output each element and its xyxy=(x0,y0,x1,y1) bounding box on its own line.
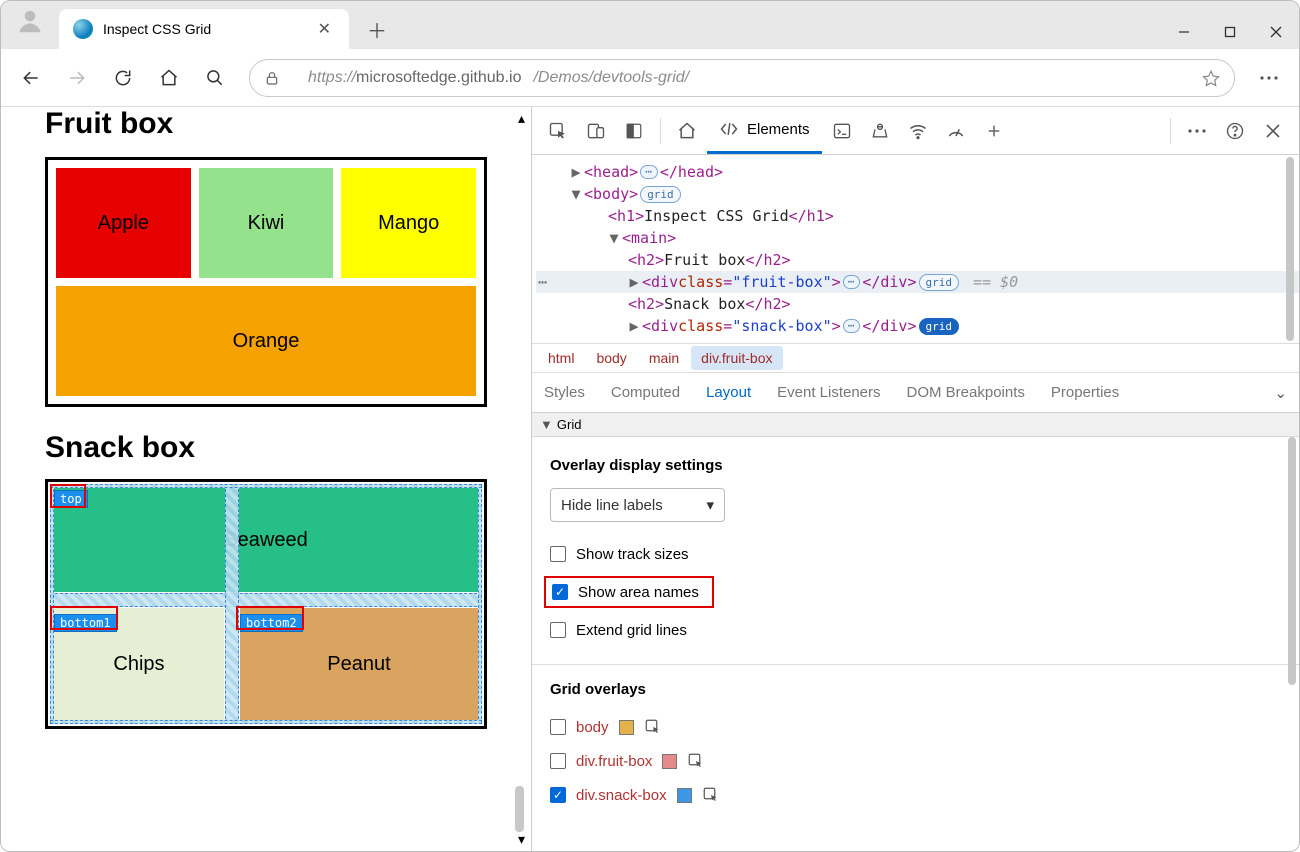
tab-computed[interactable]: Computed xyxy=(609,378,682,407)
console-tab[interactable] xyxy=(824,113,860,149)
window-minimize[interactable] xyxy=(1161,15,1207,49)
chevron-down-icon[interactable]: ⌄ xyxy=(1272,378,1289,408)
chevron-down-icon: ▾ xyxy=(706,496,714,514)
crumb-html[interactable]: html xyxy=(538,346,584,370)
tab-events[interactable]: Event Listeners xyxy=(775,378,882,407)
more-tabs[interactable] xyxy=(976,113,1012,149)
window-maximize[interactable] xyxy=(1207,15,1253,49)
overlay-snack-box[interactable]: ✓div.snack-box xyxy=(550,780,1281,810)
styles-panel-tabs: Styles Computed Layout Event Listeners D… xyxy=(532,373,1299,413)
lock-icon xyxy=(264,70,280,86)
titlebar: Inspect CSS Grid ✕ ＋ xyxy=(1,1,1299,49)
crumb-main[interactable]: main xyxy=(639,346,689,370)
new-tab-button[interactable]: ＋ xyxy=(359,11,395,47)
fruit-box: Apple Kiwi Mango Orange xyxy=(45,157,487,407)
snack-box: Seaweed Chips Peanut top bottom1 bottom2 xyxy=(45,479,487,729)
reload-button[interactable] xyxy=(103,58,143,98)
page-scrollbar[interactable]: ▴▾ xyxy=(514,111,529,847)
tab-close-icon[interactable]: ✕ xyxy=(314,19,335,39)
forward-button xyxy=(57,58,97,98)
device-icon[interactable] xyxy=(578,113,614,149)
back-button[interactable] xyxy=(11,58,51,98)
search-button[interactable] xyxy=(195,58,235,98)
devtools-menu-icon[interactable] xyxy=(1179,113,1215,149)
fruit-heading: Fruit box xyxy=(45,107,487,141)
page-viewport: Fruit box Apple Kiwi Mango Orange Snack … xyxy=(1,107,531,851)
check-area-names[interactable]: ✓Show area names xyxy=(544,576,714,608)
reveal-icon[interactable] xyxy=(644,718,662,736)
inspect-icon[interactable] xyxy=(540,113,576,149)
dom-tree[interactable]: ▶<head>⋯</head> ▼<body> grid <h1>Inspect… xyxy=(532,155,1299,343)
edge-favicon xyxy=(73,19,93,39)
snack-peanut: Peanut xyxy=(240,608,478,720)
dom-scrollbar[interactable] xyxy=(1283,157,1297,341)
check-track-sizes[interactable]: Show track sizes xyxy=(550,538,1281,570)
snack-heading: Snack box xyxy=(45,431,487,465)
devtools-close-icon[interactable] xyxy=(1255,113,1291,149)
grid-section-header[interactable]: ▼Grid xyxy=(532,413,1299,437)
devtools: Elements ▶<head>⋯</head> ▼<body> grid xyxy=(531,107,1299,851)
tab-styles[interactable]: Styles xyxy=(542,378,587,407)
layout-panel: Overlay display settings Hide line label… xyxy=(532,437,1299,851)
code-icon xyxy=(719,119,739,139)
nav-toolbar: https://microsoftedge.github.io/Demos/de… xyxy=(1,49,1299,107)
reveal-icon[interactable] xyxy=(687,752,705,770)
fruit-orange: Orange xyxy=(56,286,476,396)
tab-props[interactable]: Properties xyxy=(1049,378,1121,407)
reveal-icon[interactable] xyxy=(702,786,720,804)
tab-title: Inspect CSS Grid xyxy=(103,21,314,37)
network-tab[interactable] xyxy=(900,113,936,149)
address-bar[interactable]: https://microsoftedge.github.io/Demos/de… xyxy=(249,59,1235,97)
performance-tab[interactable] xyxy=(938,113,974,149)
check-extend-lines[interactable]: Extend grid lines xyxy=(550,614,1281,646)
snack-chips: Chips xyxy=(54,608,224,720)
devtools-tabbar: Elements xyxy=(532,107,1299,155)
dock-icon[interactable] xyxy=(616,113,652,149)
tab-dom-bp[interactable]: DOM Breakpoints xyxy=(905,378,1027,407)
fruit-kiwi: Kiwi xyxy=(199,168,334,278)
fruit-apple: Apple xyxy=(56,168,191,278)
url-text: https://microsoftedge.github.io/Demos/de… xyxy=(296,69,1202,87)
menu-button[interactable] xyxy=(1249,58,1289,98)
grid-overlays-heading: Grid overlays xyxy=(550,681,1281,698)
browser-tab[interactable]: Inspect CSS Grid ✕ xyxy=(59,9,349,49)
dom-selected-row: ▶<div class="fruit-box">⋯</div> grid== $… xyxy=(536,271,1299,293)
crumb-body[interactable]: body xyxy=(586,346,636,370)
layout-scrollbar[interactable] xyxy=(1285,437,1299,851)
tab-layout[interactable]: Layout xyxy=(704,378,753,407)
help-icon[interactable] xyxy=(1217,113,1253,149)
overlay-fruit-box[interactable]: div.fruit-box xyxy=(550,746,1281,776)
crumb-selected[interactable]: div.fruit-box xyxy=(691,346,782,370)
home-button[interactable] xyxy=(149,58,189,98)
breadcrumbs[interactable]: html body main div.fruit-box xyxy=(532,343,1299,373)
elements-tab[interactable]: Elements xyxy=(707,108,822,154)
overlay-body[interactable]: body xyxy=(550,712,1281,742)
snack-seaweed: Seaweed xyxy=(54,488,478,592)
line-labels-select[interactable]: Hide line labels ▾ xyxy=(550,488,725,522)
fruit-mango: Mango xyxy=(341,168,476,278)
welcome-tab[interactable] xyxy=(669,113,705,149)
window-close[interactable] xyxy=(1253,15,1299,49)
overlay-settings-heading: Overlay display settings xyxy=(550,457,1281,474)
profile-icon[interactable] xyxy=(15,6,45,36)
sources-tab[interactable] xyxy=(862,113,898,149)
favorite-icon[interactable] xyxy=(1202,69,1220,87)
